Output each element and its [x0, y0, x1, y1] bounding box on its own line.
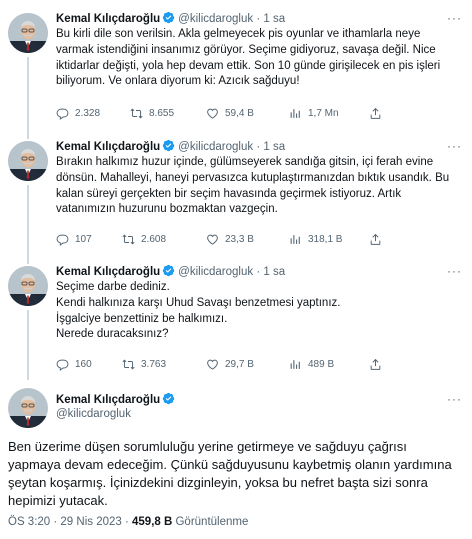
thread-tweet-2[interactable]: Kemal Kılıçdaroğlu @kilicdarogluk · 1 sa …	[0, 139, 472, 264]
more-options-icon[interactable]: ···	[447, 139, 462, 153]
author-handle[interactable]: @kilicdarogluk	[178, 141, 253, 153]
views-chart-icon	[289, 233, 302, 246]
views-count: 1,7 Mn	[308, 107, 339, 119]
retweet-button[interactable]: 2.608	[122, 231, 166, 247]
retweet-icon	[122, 233, 135, 246]
verified-badge-icon	[162, 392, 175, 405]
heart-icon	[206, 358, 219, 371]
reply-button[interactable]: 107	[56, 231, 92, 247]
author-handle[interactable]: @kilicdarogluk	[178, 13, 253, 25]
author-name[interactable]: Kemal Kılıçdaroğlu	[56, 394, 160, 406]
retweet-button[interactable]: 3.763	[122, 356, 166, 372]
reply-icon	[56, 233, 69, 246]
tweet-actions: 160 3.763 29,7 B 489 B	[56, 356, 460, 372]
tweet-time[interactable]: 1 sa	[263, 141, 285, 153]
views-chart-icon	[289, 107, 302, 120]
tweet-actions: 107 2.608 23,3 B 318,1 B	[56, 231, 460, 247]
thread-connector-line	[27, 185, 29, 264]
tweet-meta: ÖS 3:20 · 29 Nis 2023 · 459,8 B Görüntül…	[8, 516, 248, 528]
views-label: Görüntülenme	[172, 516, 249, 528]
retweet-count: 3.763	[141, 358, 167, 370]
author-name[interactable]: Kemal Kılıçdaroğlu	[56, 266, 160, 278]
verified-badge-icon	[162, 264, 175, 277]
retweet-count: 8.655	[149, 107, 175, 119]
separator-dot: ·	[253, 266, 264, 278]
like-button[interactable]: 23,3 B	[206, 231, 254, 247]
like-count: 29,7 B	[225, 358, 254, 370]
thread-tweet-3[interactable]: Kemal Kılıçdaroğlu @kilicdarogluk · 1 sa …	[0, 264, 472, 380]
views-count: 489 B	[308, 358, 335, 370]
more-options-icon[interactable]: ···	[447, 264, 462, 278]
reply-count: 2.328	[75, 107, 101, 119]
more-options-icon[interactable]: ···	[447, 11, 462, 25]
like-button[interactable]: 29,7 B	[206, 356, 254, 372]
reply-button[interactable]: 2.328	[56, 105, 100, 121]
thread-connector-line	[27, 57, 29, 139]
avatar[interactable]	[8, 266, 48, 306]
like-count: 59,4 B	[225, 107, 254, 119]
verified-badge-icon	[162, 139, 175, 152]
tweet-text: Seçime darbe dediniz. Kendi halkınıza ka…	[56, 281, 341, 341]
share-button[interactable]	[369, 356, 388, 372]
main-tweet-text: Ben üzerime düşen sorumluluğu yerine get…	[8, 439, 456, 508]
tweet-time[interactable]: 1 sa	[263, 13, 285, 25]
share-button[interactable]	[369, 231, 388, 247]
reply-count: 160	[75, 358, 92, 370]
share-button[interactable]	[369, 105, 388, 121]
reply-icon	[56, 358, 69, 371]
author-name[interactable]: Kemal Kılıçdaroğlu	[56, 141, 160, 153]
views-button[interactable]: 489 B	[289, 356, 334, 372]
views-chart-icon	[289, 358, 302, 371]
tweet-actions: 2.328 8.655 59,4 B 1,7 Mn	[56, 105, 460, 121]
views-total: 459,8 B	[132, 516, 173, 528]
tweet-header: Kemal Kılıçdaroğlu @kilicdarogluk · 1 sa	[56, 11, 285, 27]
thread-connector-line	[27, 310, 29, 380]
like-button[interactable]: 59,4 B	[206, 105, 254, 121]
retweet-icon	[122, 358, 135, 371]
avatar[interactable]	[8, 388, 48, 428]
avatar[interactable]	[8, 13, 48, 53]
author-name[interactable]: Kemal Kılıçdaroğlu	[56, 13, 160, 25]
retweet-icon	[130, 107, 143, 120]
tweet-header: Kemal Kılıçdaroğlu @kilicdarogluk · 1 sa	[56, 139, 285, 155]
reply-icon	[56, 107, 69, 120]
tweet-text: Bu kirli dile son verilsin. Akla gelmeye…	[56, 28, 444, 88]
main-author-name-row: Kemal Kılıçdaroğlu	[56, 392, 178, 406]
separator-dot: ·	[253, 141, 264, 153]
verified-badge-icon	[162, 11, 175, 24]
more-options-icon[interactable]: ···	[447, 392, 462, 406]
share-icon	[369, 233, 382, 246]
retweet-count: 2.608	[141, 233, 167, 245]
author-handle[interactable]: @kilicdarogluk	[56, 408, 131, 420]
tweet-text: Bırakın halkımız huzur içinde, gülümseye…	[56, 156, 453, 216]
views-count: 318,1 B	[308, 233, 343, 245]
like-count: 23,3 B	[225, 233, 254, 245]
reply-count: 107	[75, 233, 92, 245]
main-tweet-header: Kemal Kılıçdaroğlu @kilicdarogluk ···	[0, 386, 472, 430]
share-icon	[369, 107, 382, 120]
author-handle[interactable]: @kilicdarogluk	[178, 266, 253, 278]
tweet-time[interactable]: 1 sa	[263, 266, 285, 278]
tweet-header: Kemal Kılıçdaroğlu @kilicdarogluk · 1 sa	[56, 264, 285, 280]
avatar[interactable]	[8, 141, 48, 181]
heart-icon	[206, 233, 219, 246]
views-button[interactable]: 1,7 Mn	[289, 105, 339, 121]
separator-dot: ·	[253, 13, 264, 25]
reply-button[interactable]: 160	[56, 356, 92, 372]
tweet-timestamp[interactable]: ÖS 3:20 · 29 Nis 2023 ·	[8, 516, 132, 528]
thread-tweet-1[interactable]: Kemal Kılıçdaroğlu @kilicdarogluk · 1 sa …	[0, 11, 472, 139]
views-button[interactable]: 318,1 B	[289, 231, 342, 247]
retweet-button[interactable]: 8.655	[130, 105, 174, 121]
heart-icon	[206, 107, 219, 120]
share-icon	[369, 358, 382, 371]
